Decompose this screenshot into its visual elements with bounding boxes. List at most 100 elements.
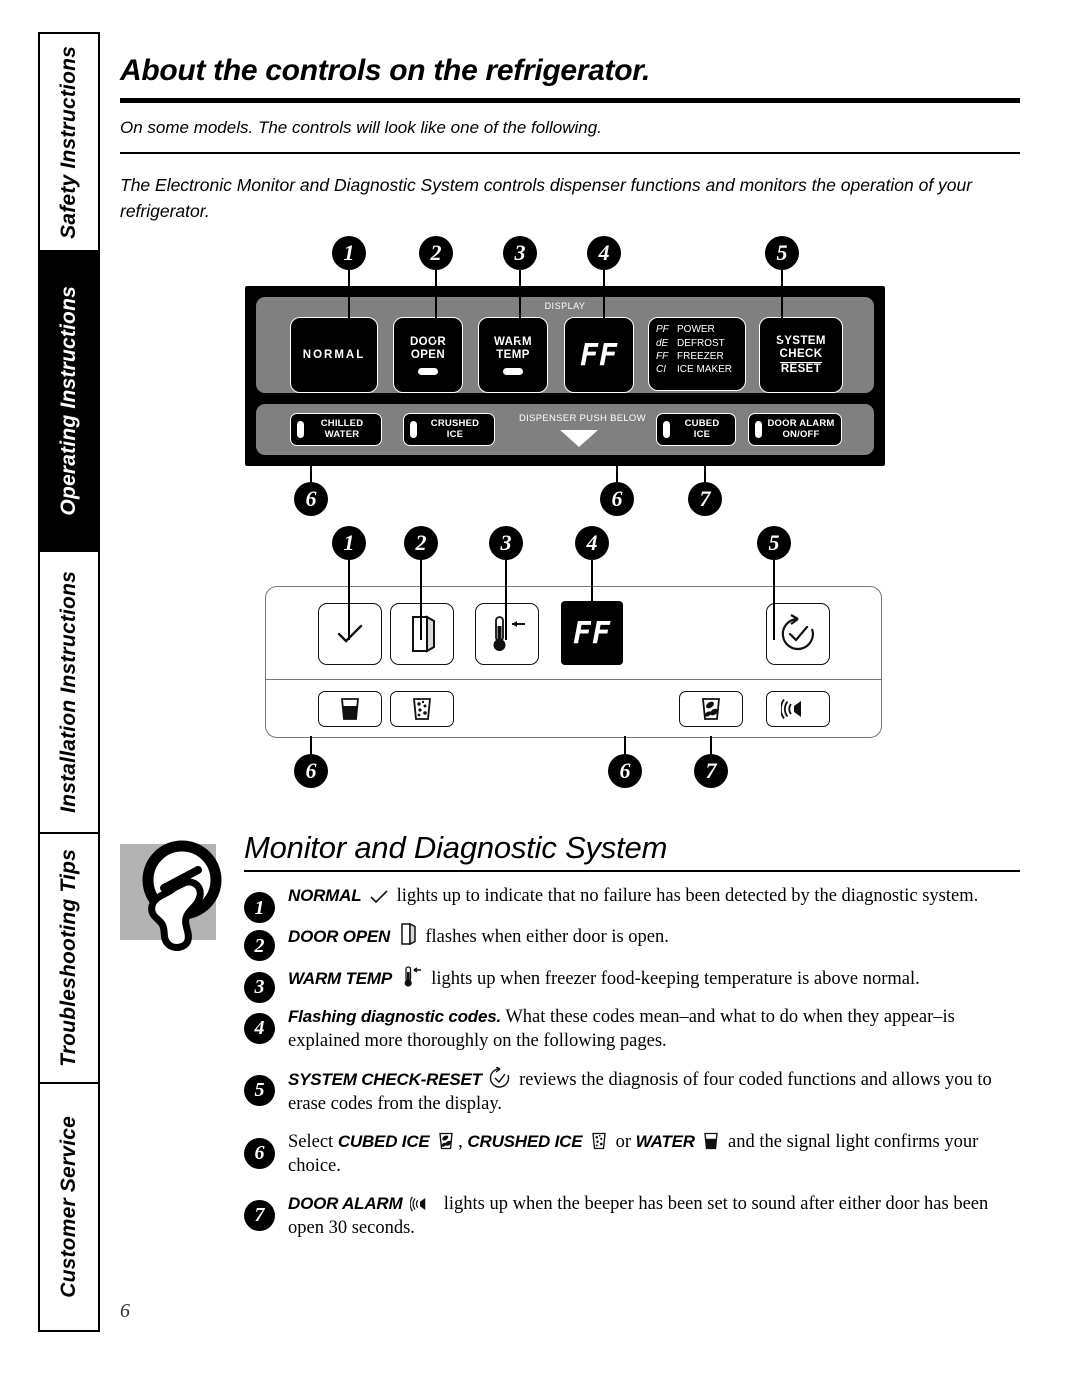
comma-separator: , — [458, 1131, 463, 1152]
list-number: 5 — [244, 1074, 275, 1106]
callout-1: 1 — [332, 236, 366, 271]
diagnostic-code-legend: PF POWER dE DEFROST FF FREEZER CI ICE MAKER — [648, 317, 746, 392]
system-check-reset-icon — [490, 1066, 510, 1088]
crushed-ice-button[interactable]: CRUSHED ICE — [403, 413, 495, 447]
list-item: 4 Flashing diagnostic codes. What these … — [244, 1005, 1020, 1053]
door-open-icon — [412, 615, 435, 654]
crushed-ice-button-2[interactable] — [390, 691, 454, 728]
water-glass-icon — [341, 698, 359, 721]
callout2-line-1 — [348, 560, 350, 641]
callout2-5: 5 — [757, 526, 791, 561]
cubed-ice-button[interactable]: CUBED ICE — [656, 413, 736, 447]
door-alarm-button-2[interactable] — [766, 691, 830, 728]
divider-thin — [120, 151, 1020, 154]
warm-temp-indicator — [503, 368, 523, 376]
callout-line-4 — [603, 270, 605, 341]
models-note: On some models. The controls will look l… — [120, 118, 602, 137]
normal-check-button[interactable] — [318, 603, 382, 666]
callout2-line-5 — [773, 560, 775, 641]
callout2-3: 3 — [489, 526, 523, 561]
list-number: 7 — [244, 1199, 275, 1231]
thermometer-icon — [493, 616, 525, 652]
page-number: 6 — [120, 1300, 130, 1322]
callout-line-2 — [435, 270, 437, 341]
panel-divider — [266, 679, 881, 681]
callout2-line-4 — [591, 560, 593, 641]
water-button[interactable] — [318, 691, 382, 728]
numbered-feature-list: 1 NORMAL lights up to indicate that no f… — [244, 884, 1020, 1240]
diagnostic-display: FF — [564, 317, 634, 394]
chilled-water-indicator — [297, 421, 304, 439]
feature-name: SYSTEM CHECK-RESET — [288, 1069, 482, 1089]
callout2-line-2 — [420, 560, 422, 641]
door-open-button[interactable]: DOOR OPEN — [393, 317, 463, 394]
manual-page: Safety Instructions Operating Instructio… — [0, 0, 1080, 1397]
door-alarm-indicator — [755, 421, 762, 439]
callout2-4: 4 — [575, 526, 609, 561]
section-divider — [244, 870, 1020, 873]
callout-6b: 6 — [600, 482, 634, 517]
list-number: 2 — [244, 930, 275, 962]
door-alarm-button[interactable]: DOOR ALARM ON/OFF — [748, 413, 842, 447]
crushed-ice-indicator — [410, 421, 417, 439]
section-title: Monitor and Diagnostic System — [244, 830, 668, 866]
callout2-6a: 6 — [294, 754, 328, 789]
list-number: 6 — [244, 1137, 275, 1169]
chilled-water-button[interactable]: CHILLED WATER — [290, 413, 382, 447]
cubed-ice-glass-icon — [702, 698, 720, 721]
sidebar-item-label: Operating Instructions — [57, 286, 80, 516]
list-item: 5 SYSTEM CHECK-RESET reviews the diagnos… — [244, 1066, 1020, 1116]
down-arrow-icon — [560, 430, 598, 448]
monitor-diagnostic-section: Monitor and Diagnostic System 1 NORMAL l… — [120, 830, 1020, 1240]
list-number: 4 — [244, 1012, 275, 1044]
warm-temp-icon-button[interactable] — [475, 603, 539, 666]
water-label: WATER — [635, 1131, 695, 1151]
control-panel-diagram-1: 1 2 3 4 5 DISPLAY NORMAL DOOR OPEN WARM … — [120, 236, 1020, 526]
icon-control-panel: FF — [265, 586, 882, 739]
callout-line-5 — [781, 270, 783, 341]
callout-4: 4 — [587, 236, 621, 271]
crushed-ice-glass-icon — [413, 698, 431, 721]
dispenser-button-row: CHILLED WATER CRUSHED ICE DISPENSER PUSH… — [256, 404, 874, 456]
list-number: 1 — [244, 892, 275, 924]
divider-thick — [120, 98, 1020, 103]
dispenser-push-below-label: DISPENSER PUSH BELOW — [519, 413, 646, 425]
cubed-ice-glass-icon — [439, 1132, 453, 1149]
or-separator: or — [615, 1131, 632, 1152]
system-check-reset-icon-button[interactable] — [766, 603, 830, 666]
callout2-line-3 — [505, 560, 507, 641]
feature-name: NORMAL — [288, 886, 362, 906]
feature-description: lights up to indicate that no failure ha… — [396, 886, 979, 907]
door-open-icon-button[interactable] — [390, 603, 454, 666]
callout2-7: 7 — [694, 754, 728, 789]
check-icon — [337, 625, 363, 644]
feature-name: Flashing diagnostic codes. — [288, 1006, 502, 1026]
sidebar-item-installation-instructions[interactable]: Installation Instructions — [38, 550, 100, 832]
sidebar-item-operating-instructions[interactable]: Operating Instructions — [38, 250, 100, 550]
feature-description: lights up when freezer food-keeping temp… — [431, 968, 920, 989]
sidebar-item-safety-instructions[interactable]: Safety Instructions — [38, 32, 100, 250]
sidebar-item-troubleshooting-tips[interactable]: Troubleshooting Tips — [38, 832, 100, 1082]
crushed-ice-glass-icon — [592, 1132, 606, 1149]
callout-line-1 — [348, 270, 350, 341]
cubed-ice-button-2[interactable] — [679, 691, 743, 728]
list-item: 1 NORMAL lights up to indicate that no f… — [244, 884, 1020, 924]
system-check-reset-button[interactable]: SYSTEM CHECK RESET — [759, 317, 843, 394]
warm-temp-button[interactable]: WARM TEMP — [478, 317, 548, 394]
sidebar-item-label: Customer Service — [57, 1116, 80, 1298]
water-glass-icon — [704, 1132, 719, 1149]
list-item: 6 Select CUBED ICE , CRUSHED ICE or WATE… — [244, 1130, 1020, 1178]
callout2-1: 1 — [332, 526, 366, 561]
door-alarm-speaker-icon — [410, 1196, 426, 1212]
callout-5: 5 — [765, 236, 799, 271]
door-open-icon — [400, 923, 416, 946]
callout2-2: 2 — [404, 526, 438, 561]
normal-button[interactable]: NORMAL — [290, 317, 378, 394]
page-content: About the controls on the refrigerator. … — [120, 40, 1020, 1254]
feature-name: WARM TEMP — [288, 968, 392, 988]
callout2-6b: 6 — [608, 754, 642, 789]
callout-7: 7 — [688, 482, 722, 517]
sidebar-tabs: Safety Instructions Operating Instructio… — [38, 32, 100, 1332]
feature-name: DOOR ALARM — [288, 1193, 403, 1213]
sidebar-item-customer-service[interactable]: Customer Service — [38, 1082, 100, 1332]
